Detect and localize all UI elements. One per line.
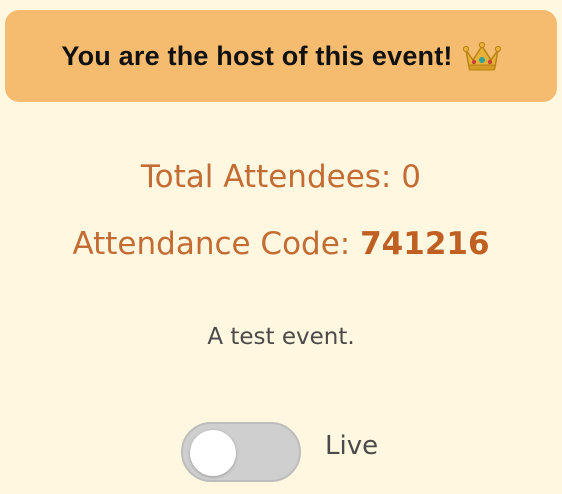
live-toggle[interactable]: [181, 422, 301, 482]
attendance-code: Attendance Code: 741216: [0, 224, 562, 264]
host-banner-text: You are the host of this event!: [61, 40, 453, 71]
crown-icon: [462, 40, 501, 72]
total-attendees: Total Attendees: 0: [141, 159, 421, 195]
attendance-code-label: Attendance Code:: [72, 226, 361, 262]
attendance-code-value: 741216: [360, 226, 490, 262]
host-banner: You are the host of this event!: [5, 10, 557, 102]
live-label: Live: [325, 431, 379, 461]
toggle-knob: [190, 430, 236, 476]
event-description: A test event.: [207, 324, 355, 350]
